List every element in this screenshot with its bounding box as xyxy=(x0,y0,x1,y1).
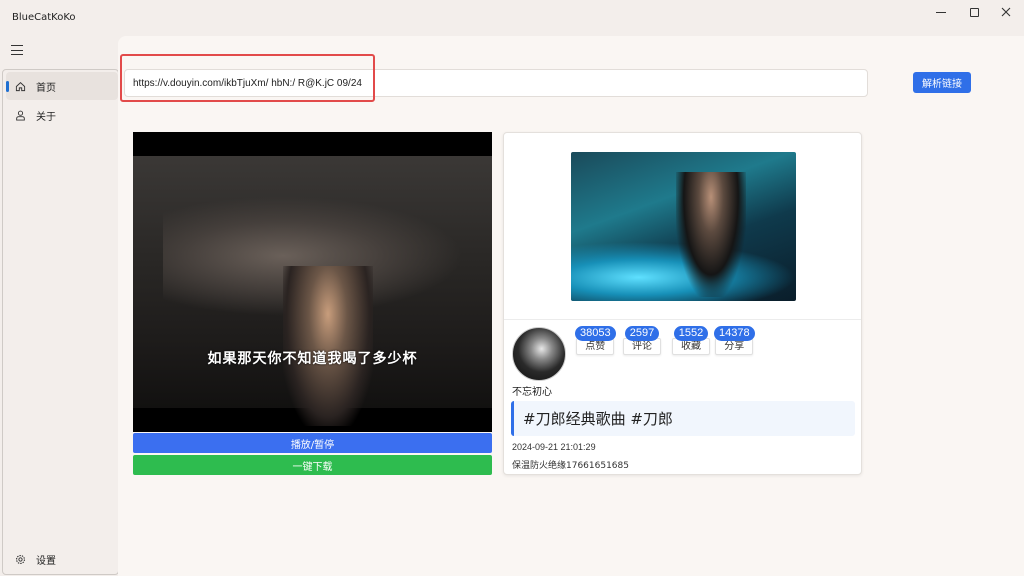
video-description: #刀郎经典歌曲 #刀郎 xyxy=(511,401,855,436)
stat-shares: 14378 分享 xyxy=(714,326,755,355)
video-info-card: 不忘初心 38053 点赞 2597 评论 1552 收藏 14378 分享 #… xyxy=(503,132,862,475)
shares-count: 14378 xyxy=(714,326,755,341)
sidebar: 首页 关于 设置 xyxy=(2,69,119,575)
title-bar: BlueCatKoKo xyxy=(0,0,1024,36)
collects-count: 1552 xyxy=(673,326,709,341)
author-name: 不忘初心 xyxy=(512,387,552,398)
avatar xyxy=(512,327,566,381)
minimize-icon xyxy=(936,11,946,13)
stat-comments: 2597 评论 xyxy=(623,326,661,355)
video-subtitle: 如果那天你不知道我喝了多少杯 xyxy=(207,351,418,367)
video-player[interactable]: 如果那天你不知道我喝了多少杯 xyxy=(133,132,492,432)
download-button[interactable]: 一键下载 xyxy=(133,455,492,475)
menu-toggle-icon[interactable] xyxy=(10,44,24,56)
sidebar-item-label: 设置 xyxy=(36,555,56,567)
sidebar-item-label: 关于 xyxy=(36,111,56,123)
sidebar-item-label: 首页 xyxy=(36,82,56,94)
play-pause-button[interactable]: 播放/暂停 xyxy=(133,433,492,453)
home-icon xyxy=(14,80,26,92)
close-button[interactable] xyxy=(988,0,1024,24)
divider xyxy=(504,319,861,320)
stat-collects: 1552 收藏 xyxy=(672,326,710,355)
stat-likes: 38053 点赞 xyxy=(575,326,616,355)
maximize-button[interactable] xyxy=(956,0,992,24)
app-title: BlueCatKoKo xyxy=(12,12,76,23)
sidebar-item-about[interactable]: 关于 xyxy=(6,101,118,129)
author-signature: 保温防火绝缘17661651685 xyxy=(512,461,629,471)
video-frame-image xyxy=(133,156,492,426)
likes-count: 38053 xyxy=(575,326,616,341)
comments-count: 2597 xyxy=(624,326,660,341)
active-indicator xyxy=(6,81,9,92)
sidebar-item-home[interactable]: 首页 xyxy=(6,72,118,100)
publish-time: 2024-09-21 21:01:29 xyxy=(512,442,596,452)
person-icon xyxy=(14,109,26,121)
video-cover-image xyxy=(571,152,796,301)
maximize-icon xyxy=(969,7,979,17)
url-input[interactable] xyxy=(124,69,868,97)
close-icon xyxy=(1001,7,1011,17)
gear-icon xyxy=(14,553,26,565)
minimize-button[interactable] xyxy=(923,0,959,24)
parse-link-button[interactable]: 解析链接 xyxy=(913,72,971,93)
sidebar-item-settings[interactable]: 设置 xyxy=(6,545,118,573)
